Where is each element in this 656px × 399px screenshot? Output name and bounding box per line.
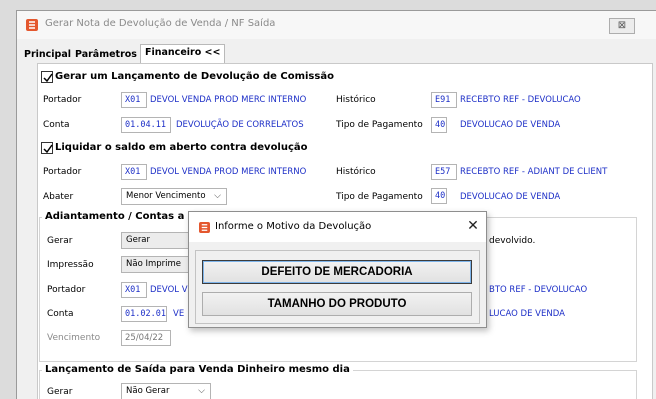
tab-financeiro[interactable]: Financeiro << [140,44,226,64]
adiantamento-portador-desc: DEVOL VE [150,285,193,295]
liquidar-historico-label: Histórico [336,167,376,177]
tab-principal[interactable]: Principal [20,47,75,64]
app-icon [199,222,210,233]
comissao-conta-code[interactable]: 01.04.11 [121,117,171,133]
comissao-tipo-code[interactable]: 40 [431,117,447,133]
comissao-checkbox-label: Gerar um Lançamento de Devolução de Comi… [55,71,334,82]
app-icon [26,19,38,31]
impressao-value: Não Imprime [126,259,182,269]
tab-parametros[interactable]: Parâmetros [71,47,141,64]
vencimento-label: Vencimento [47,333,101,343]
check-icon [43,73,53,83]
adiantamento-gerar-label: Gerar [47,236,73,246]
dialog-title: Informe o Motivo da Devolução [215,221,372,232]
adiantamento-historico-desc: BTO REF - DEVOLUCAO [489,285,588,295]
adiantamento-conta-desc: VE [173,309,185,319]
liquidar-historico-code[interactable]: E57 [431,164,457,180]
liquidar-tipo-desc: DEVOLUCAO DE VENDA [460,192,561,202]
adiantamento-conta-label: Conta [47,309,74,319]
saida-gerar-label: Gerar [47,387,73,397]
liquidar-abater-label: Abater [43,192,74,202]
adiantamento-portador-code[interactable]: X01 [121,282,147,298]
comissao-tipo-label: Tipo de Pagamento [336,120,423,130]
window-close-button[interactable]: ⊠ [609,18,635,34]
comissao-checkbox[interactable] [41,71,53,83]
liquidar-checkbox[interactable] [41,142,53,154]
check-icon [43,144,53,154]
comissao-portador-code[interactable]: X01 [121,92,147,108]
comissao-historico-label: Histórico [336,95,376,105]
adiantamento-conta-code[interactable]: 01.02.01 [121,306,167,322]
liquidar-tipo-code[interactable]: 40 [431,188,447,204]
defeito-mercadoria-button[interactable]: DEFEITO DE MERCADORIA [202,260,472,284]
vencimento-field[interactable]: 25/04/22 [121,330,171,346]
saida-gerar-value: Não Gerar [126,386,170,396]
motivo-dialog: Informe o Motivo da Devolução ✕ DEFEITO … [188,211,487,328]
main-window: Gerar Nota de Devolução de Venda / NF Sa… [16,10,656,399]
window-title: Gerar Nota de Devolução de Venda / NF Sa… [45,18,276,29]
chevron-down-icon: ⌵ [214,191,221,201]
title-bar: Gerar Nota de Devolução de Venda / NF Sa… [17,11,656,39]
liquidar-historico-desc: RECEBTO REF - ADIANT DE CLIENT [460,167,608,177]
tamanho-produto-button[interactable]: TAMANHO DO PRODUTO [202,292,472,316]
close-icon: ✕ [467,218,479,234]
comissao-conta-desc: DEVOLUÇÃO DE CORRELATOS [176,120,304,130]
liquidar-tipo-label: Tipo de Pagamento [336,192,423,202]
comissao-conta-label: Conta [43,120,70,130]
chevron-down-icon: ⌵ [198,386,205,396]
saida-gerar-select[interactable]: Não Gerar ⌵ [121,383,211,399]
comissao-portador-desc: DEVOL VENDA PROD MERC INTERNO [150,95,307,105]
saida-title: Lançamento de Saída para Venda Dinheiro … [42,364,353,375]
liquidar-portador-label: Portador [43,167,82,177]
dialog-body: DEFEITO DE MERCADORIA TAMANHO DO PRODUTO [195,250,480,324]
comissao-historico-code[interactable]: E91 [431,92,457,108]
adiantamento-gerar-value: Gerar [126,235,151,245]
comissao-tipo-desc: DEVOLUCAO DE VENDA [460,120,561,130]
adiantamento-tipo-desc: LUCAO DE VENDA [489,309,565,319]
close-icon: ⊠ [617,20,627,31]
dialog-close-button[interactable]: ✕ [464,217,482,235]
abater-value: Menor Vencimento [126,191,206,201]
adiantamento-title: Adiantamento / Contas a P [42,211,199,222]
adiantamento-portador-label: Portador [47,285,86,295]
dialog-title-bar: Informe o Motivo da Devolução ✕ [189,212,486,242]
comissao-portador-label: Portador [43,95,82,105]
liquidar-portador-desc: DEVOL VENDA PROD MERC INTERNO [150,167,307,177]
impressao-label: Impressão [47,260,94,270]
devolvido-text: devolvido. [489,236,536,246]
comissao-historico-desc: RECEBTO REF - DEVOLUCAO [460,95,581,105]
abater-select[interactable]: Menor Vencimento ⌵ [121,188,227,205]
tab-strip: Principal Parâmetros Financeiro << [17,41,656,64]
liquidar-portador-code[interactable]: X01 [121,164,147,180]
liquidar-checkbox-label: Liquidar o saldo em aberto contra devolu… [55,142,308,153]
